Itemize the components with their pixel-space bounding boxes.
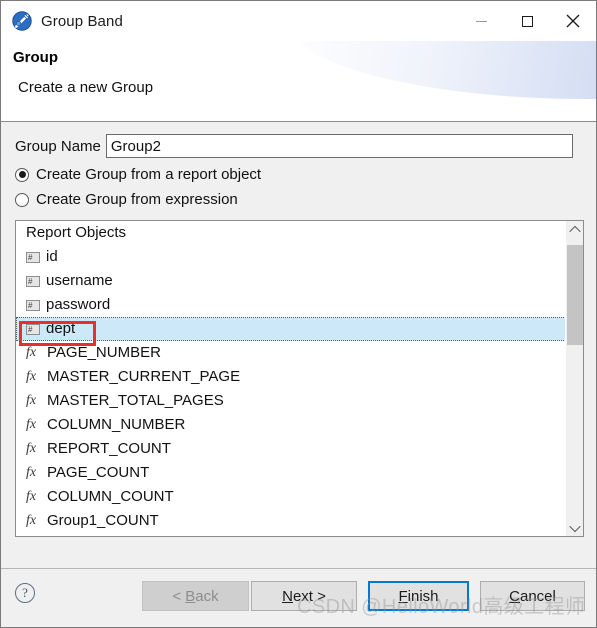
- tree-item-label: dept: [46, 320, 76, 337]
- wizard-header: Group Create a new Group: [1, 41, 596, 122]
- next-button-label: Next >: [282, 587, 326, 605]
- function-icon: fx: [26, 417, 37, 432]
- report-objects-listbox: Report Objects # id # username # password # dep…: [15, 220, 584, 537]
- radio-create-from-report-object[interactable]: Create Group from a report object: [15, 166, 261, 183]
- tree-item-label: COLUMN_NUMBER: [47, 416, 186, 433]
- function-icon: fx: [26, 489, 37, 504]
- back-button-label: < Back: [172, 587, 219, 605]
- finish-button[interactable]: Finish: [368, 581, 469, 611]
- radio-unselected-icon: [15, 192, 29, 207]
- tree-item[interactable]: fx REPORT_COUNT: [16, 437, 566, 461]
- window-title: Group Band: [41, 12, 123, 30]
- window-controls: [458, 1, 596, 41]
- group-name-input[interactable]: [105, 134, 573, 158]
- maximize-icon: [521, 15, 533, 27]
- minimize-button[interactable]: [458, 1, 504, 41]
- header-decoration-swoosh: [286, 41, 596, 99]
- tree-item[interactable]: # username: [16, 269, 566, 293]
- radio-create-from-expression[interactable]: Create Group from expression: [15, 191, 238, 208]
- tree-item-label: Group1_COUNT: [47, 512, 159, 529]
- tree-item[interactable]: fx MASTER_CURRENT_PAGE: [16, 365, 566, 389]
- tree-item[interactable]: # id: [16, 245, 566, 269]
- field-icon: #: [26, 323, 40, 335]
- cancel-button-label: Cancel: [509, 587, 556, 605]
- tree-item[interactable]: fx PAGE_NUMBER: [16, 341, 566, 365]
- minimize-icon: [475, 20, 487, 22]
- close-icon: [566, 14, 580, 28]
- field-icon: #: [26, 299, 40, 311]
- tree-item[interactable]: fx COLUMN_NUMBER: [16, 413, 566, 437]
- tree-item[interactable]: # password: [16, 293, 566, 317]
- help-icon[interactable]: ?: [15, 583, 35, 603]
- page-title: Group: [13, 49, 58, 66]
- tree-item[interactable]: fx Group1_COUNT: [16, 509, 566, 533]
- field-icon: #: [26, 275, 40, 287]
- tree-item-label: MASTER_TOTAL_PAGES: [47, 392, 224, 409]
- tree-item-label: COLUMN_COUNT: [47, 488, 174, 505]
- function-icon: fx: [26, 369, 37, 384]
- group-name-row: Group Name: [15, 134, 573, 158]
- next-button[interactable]: Next >: [251, 581, 357, 611]
- tree-root-label: Report Objects: [26, 224, 127, 241]
- tree-item-label: REPORT_COUNT: [47, 440, 171, 457]
- group-band-dialog: Group Band Group Create a new Group Grou…: [0, 0, 597, 628]
- page-subtitle: Create a new Group: [18, 79, 154, 96]
- tree-item-label: MASTER_CURRENT_PAGE: [47, 368, 241, 385]
- tree-item-label: id: [46, 248, 58, 265]
- close-button[interactable]: [550, 1, 596, 41]
- group-name-label: Group Name: [15, 137, 101, 155]
- list-viewport: Report Objects # id # username # password # dep…: [16, 221, 566, 536]
- scroll-up-icon: [568, 225, 581, 237]
- dialog-body: Group Name Create Group from a report ob…: [1, 122, 596, 569]
- scroll-down-button[interactable]: [566, 519, 583, 536]
- radio-label-expression: Create Group from expression: [36, 191, 238, 208]
- radio-label-report-object: Create Group from a report object: [36, 166, 262, 183]
- tree-item[interactable]: fx MASTER_TOTAL_PAGES: [16, 389, 566, 413]
- app-icon: [11, 10, 33, 32]
- tree-item[interactable]: fx PAGE_COUNT: [16, 461, 566, 485]
- tree-item-label: PAGE_COUNT: [47, 464, 150, 481]
- radio-selected-icon: [15, 167, 29, 182]
- tree-item-label: PAGE_NUMBER: [47, 344, 161, 361]
- scroll-down-icon: [568, 520, 581, 532]
- field-icon: #: [26, 251, 40, 263]
- vertical-scrollbar[interactable]: [565, 221, 583, 536]
- function-icon: fx: [26, 441, 37, 456]
- function-icon: fx: [26, 345, 37, 360]
- function-icon: fx: [26, 393, 37, 408]
- finish-button-label: Finish: [398, 587, 439, 605]
- scroll-up-button[interactable]: [566, 221, 583, 238]
- title-bar: Group Band: [1, 1, 596, 41]
- maximize-button[interactable]: [504, 1, 550, 41]
- cancel-button[interactable]: Cancel: [480, 581, 585, 611]
- tree-item-label: password: [46, 296, 111, 313]
- tree-item-container: # id # username # password # dept fx PAGE_NUMBER f…: [16, 245, 566, 533]
- tree-item[interactable]: fx COLUMN_COUNT: [16, 485, 566, 509]
- function-icon: fx: [26, 513, 37, 528]
- function-icon: fx: [26, 465, 37, 480]
- tree-item[interactable]: # dept: [16, 317, 566, 341]
- dialog-footer: ? < Back Next > Finish Cancel CSDN @HelloWo…: [1, 568, 596, 627]
- tree-item-label: username: [46, 272, 113, 289]
- scrollbar-thumb[interactable]: [567, 245, 583, 345]
- back-button: < Back: [142, 581, 249, 611]
